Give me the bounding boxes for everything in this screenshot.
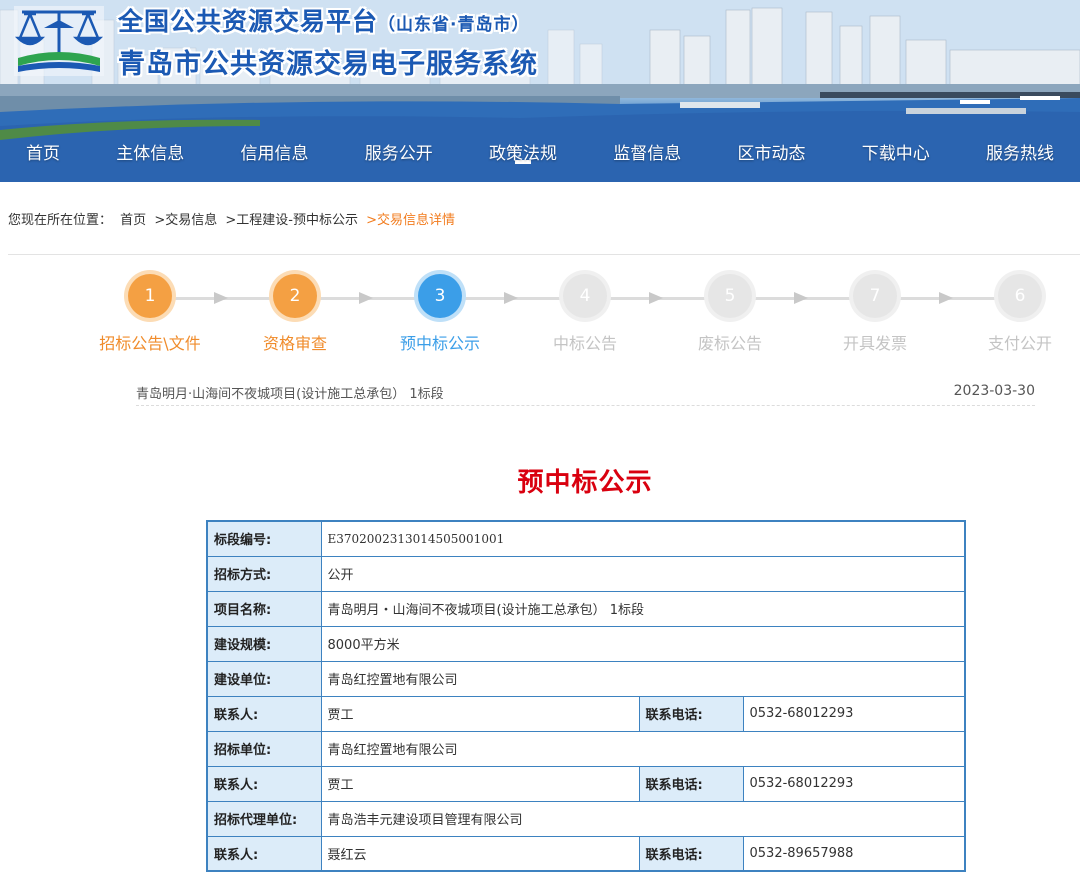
step-label: 开具发票	[842, 334, 907, 353]
table-label: 招标单位:	[206, 730, 322, 767]
breadcrumb: 您现在所在位置： 首页 >交易信息 >工程建设-预中标公示 >交易信息详情	[8, 209, 459, 228]
table-row: 联系人: 贾工 联系电话: 0532-68012293	[206, 695, 966, 732]
step-number: 6	[998, 274, 1042, 318]
table-label: 建设规模:	[206, 625, 322, 662]
breadcrumb-trade-info[interactable]: >交易信息	[154, 213, 217, 228]
step-number: 7	[853, 274, 897, 318]
step-invoice[interactable]: 7 开具发票	[805, 270, 945, 354]
tenderer-value: 青岛红控置地有限公司	[320, 730, 966, 767]
table-row: 联系人: 聂红云 联系电话: 0532-89657988	[206, 835, 966, 872]
breadcrumb-prefix: 您现在所在位置：	[8, 213, 113, 228]
step-qualification-review[interactable]: 2 资格审查	[225, 270, 365, 354]
project-header: 青岛明月·山海间不夜城项目(设计施工总承包） 1标段 2023-03-30	[136, 380, 1035, 406]
table-label: 联系人:	[206, 695, 322, 732]
nav-item-credit-info[interactable]: 信用信息	[241, 132, 309, 176]
agency-phone-value: 0532-89657988	[742, 835, 966, 872]
table-row: 项目名称: 青岛明月・山海间不夜城项目(设计施工总承包） 1标段	[206, 590, 966, 627]
nav-item-hotline[interactable]: 服务热线	[986, 132, 1054, 176]
system-title: 青岛市公共资源交易电子服务系统	[118, 49, 538, 80]
nav-item-policy[interactable]: 政策法规	[489, 132, 557, 176]
table-label: 联系电话:	[638, 835, 744, 872]
step-label: 资格审查	[262, 334, 327, 353]
main-nav: 首页 主体信息 信用信息 服务公开 政策法规 监督信息 区市动态 下载中心 服务…	[0, 132, 1080, 176]
step-number: 2	[273, 274, 317, 318]
builder-value: 青岛红控置地有限公司	[320, 660, 966, 697]
nav-item-home[interactable]: 首页	[26, 132, 60, 176]
table-label: 联系电话:	[638, 765, 744, 802]
project-name: 青岛明月·山海间不夜城项目(设计施工总承包） 1标段	[136, 387, 444, 402]
builder-contact-value: 贾工	[320, 695, 640, 732]
step-tender-notice[interactable]: 1 招标公告\文件	[80, 270, 220, 354]
step-label: 支付公开	[987, 334, 1052, 353]
table-label: 招标代理单位:	[206, 800, 322, 837]
table-label: 联系人:	[206, 765, 322, 802]
scale-value: 8000平方米	[320, 625, 966, 662]
notice-table: 标段编号: E3702002313014505001001 招标方式: 公开 项…	[206, 520, 967, 872]
step-label: 中标公告	[552, 334, 617, 353]
table-row: 联系人: 贾工 联系电话: 0532-68012293	[206, 765, 966, 802]
project-name-value: 青岛明月・山海间不夜城项目(设计施工总承包） 1标段	[320, 590, 966, 627]
table-row: 建设规模: 8000平方米	[206, 625, 966, 662]
step-void-notice[interactable]: 5 废标公告	[660, 270, 800, 354]
process-steps: 1 招标公告\文件 2 资格审查 3 预中标公示 4 中标公告 5 废标公告 7…	[0, 270, 1080, 360]
step-label: 废标公告	[697, 334, 762, 353]
table-row: 建设单位: 青岛红控置地有限公司	[206, 660, 966, 697]
breadcrumb-current: >交易信息详情	[366, 213, 455, 228]
table-row: 标段编号: E3702002313014505001001	[206, 520, 966, 557]
step-number: 3	[418, 274, 462, 318]
step-payment-disclosure[interactable]: 6 支付公开	[950, 270, 1080, 354]
section-code-value: E3702002313014505001001	[320, 520, 966, 557]
bid-method-value: 公开	[320, 555, 966, 592]
platform-title-main: 全国公共资源交易平台	[118, 7, 379, 36]
nav-item-entity-info[interactable]: 主体信息	[116, 132, 184, 176]
table-label: 项目名称:	[206, 590, 322, 627]
step-number: 1	[128, 274, 172, 318]
header-banner: 全国公共资源交易平台（山东省·青岛市） 青岛市公共资源交易电子服务系统 首页 主…	[0, 0, 1080, 182]
nav-item-downloads[interactable]: 下载中心	[862, 132, 930, 176]
breadcrumb-home[interactable]: 首页	[120, 213, 146, 228]
step-prebid-publicity[interactable]: 3 预中标公示	[370, 270, 510, 354]
tenderer-phone-value: 0532-68012293	[742, 765, 966, 802]
publish-date: 2023-03-30	[953, 383, 1035, 399]
agency-contact-value: 聂红云	[320, 835, 640, 872]
scales-logo-icon	[14, 6, 104, 76]
step-number: 4	[563, 274, 607, 318]
table-label: 联系电话:	[638, 695, 744, 732]
step-label: 预中标公示	[399, 334, 480, 353]
notice-table-wrapper: 标段编号: E3702002313014505001001 招标方式: 公开 项…	[206, 520, 967, 872]
breadcrumb-construction-prebid[interactable]: >工程建设-预中标公示	[225, 213, 358, 228]
agency-value: 青岛浩丰元建设项目管理有限公司	[320, 800, 966, 837]
table-label: 建设单位:	[206, 660, 322, 697]
nav-item-district-news[interactable]: 区市动态	[738, 132, 806, 176]
platform-title: 全国公共资源交易平台（山东省·青岛市）	[118, 2, 529, 38]
builder-phone-value: 0532-68012293	[742, 695, 966, 732]
platform-title-region: （山东省·青岛市）	[378, 15, 530, 35]
table-label: 招标方式:	[206, 555, 322, 592]
tenderer-contact-value: 贾工	[320, 765, 640, 802]
table-label: 标段编号:	[206, 520, 322, 557]
divider	[8, 254, 1080, 255]
table-row: 招标代理单位: 青岛浩丰元建设项目管理有限公司	[206, 800, 966, 837]
table-row: 招标方式: 公开	[206, 555, 966, 592]
step-number: 5	[708, 274, 752, 318]
step-label: 招标公告\文件	[99, 334, 201, 353]
nav-item-service-disclosure[interactable]: 服务公开	[365, 132, 433, 176]
nav-item-supervision[interactable]: 监督信息	[613, 132, 681, 176]
table-label: 联系人:	[206, 835, 322, 872]
notice-title: 预中标公示	[517, 468, 653, 498]
step-award-notice[interactable]: 4 中标公告	[515, 270, 655, 354]
table-row: 招标单位: 青岛红控置地有限公司	[206, 730, 966, 767]
